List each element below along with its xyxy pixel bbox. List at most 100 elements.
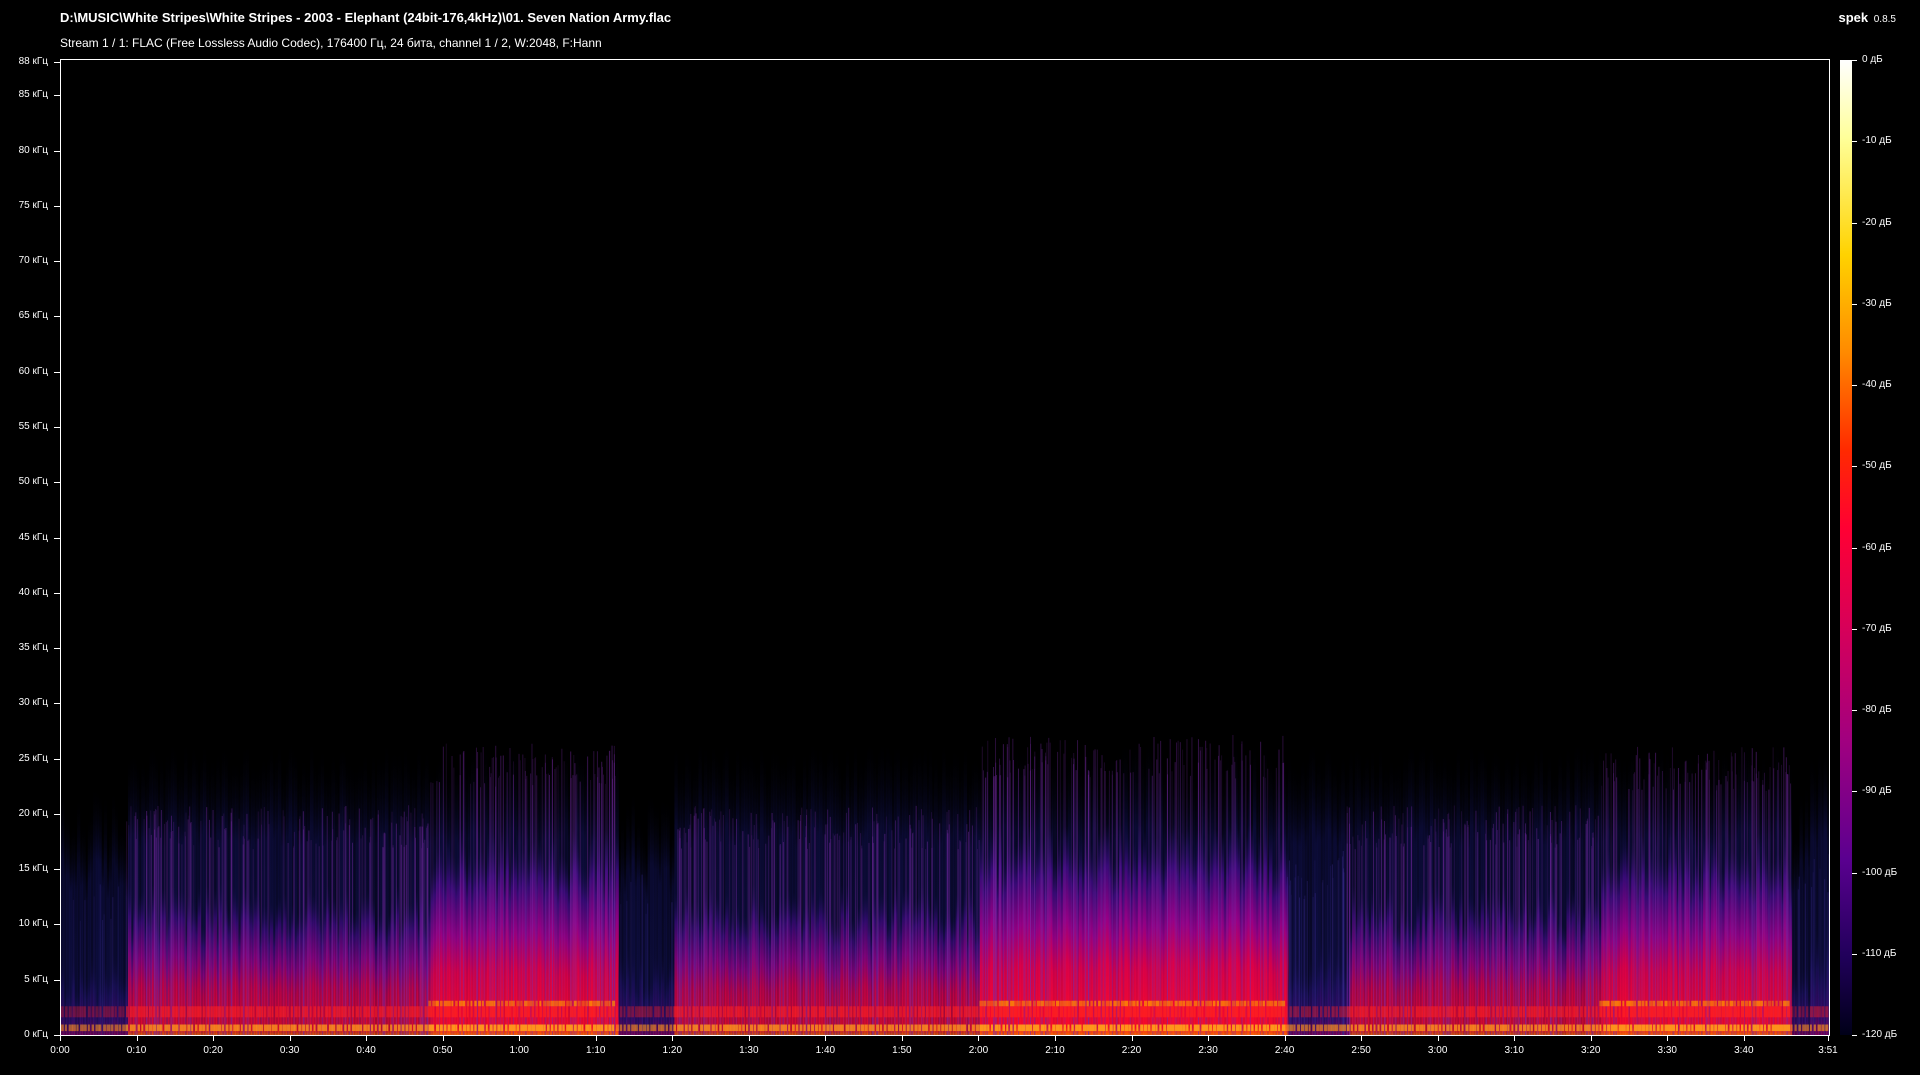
- spectrum-bass-band: [1251, 1024, 1254, 1032]
- spectrum-bass-band: [1274, 1000, 1278, 1007]
- spectrum-bass-band: [1136, 1000, 1139, 1007]
- spectrum-bass-band: [1496, 1024, 1500, 1032]
- time-tick-label: 2:10: [1045, 1045, 1065, 1056]
- spectrum-bass-band: [1740, 1024, 1744, 1032]
- spectrum-bass-band: [615, 1006, 618, 1018]
- spectrum-bass-band: [1235, 1024, 1240, 1032]
- time-tick-label: 1:20: [662, 1045, 683, 1056]
- freq-tick-label: 65 кГц: [18, 310, 48, 322]
- spectrum-bass-band: [1362, 1006, 1366, 1018]
- spectrum-bass-band: [1128, 1000, 1133, 1007]
- spectrum-bass-band: [1599, 1006, 1603, 1018]
- spectrum-bass-band: [340, 1024, 343, 1032]
- spectrum-bass-band: [478, 1006, 481, 1018]
- spectrum-bass-band: [604, 1006, 607, 1018]
- spectrum-bass-band: [493, 1006, 496, 1018]
- spectrum-bass-band: [263, 1006, 267, 1018]
- spectrum-bass-band: [1350, 1006, 1354, 1018]
- freq-tick-label: 5 кГц: [24, 973, 48, 985]
- spectrum-bass-band: [937, 1024, 941, 1032]
- spectrum-bass-band: [960, 1006, 963, 1018]
- spectrum-bass-band: [359, 1024, 363, 1032]
- spectrum-bass-band: [600, 1000, 604, 1007]
- spectrum-bass-band: [489, 1000, 494, 1007]
- spectrum-bass-band: [1354, 1024, 1358, 1032]
- spectrum-bass-band: [1094, 1024, 1097, 1032]
- spectrum-bass-band: [1109, 1000, 1112, 1007]
- spectrum-bass-band: [409, 1024, 412, 1032]
- spectrum-bass-band: [524, 1006, 528, 1018]
- spectrum-bass-band: [520, 1000, 523, 1007]
- spectrum-bass-band: [768, 1006, 772, 1018]
- spectrum-bass-band: [1201, 1024, 1206, 1032]
- frequency-axis: 88 кГц 85 кГц 80 кГц 75 кГц 70 кГц 65 кГц 60 к…: [0, 0, 60, 1075]
- spectrum-bass-band: [1075, 1024, 1079, 1032]
- spectrum-bass-band: [1756, 1024, 1760, 1032]
- spectrum-bass-band: [1078, 1000, 1083, 1007]
- spectrum-bass-band: [665, 1006, 669, 1018]
- spectrum-bass-band: [1492, 1006, 1495, 1018]
- spectrum-bass-band: [657, 1024, 663, 1032]
- spectrum-bass-band: [1254, 1000, 1259, 1007]
- spectrum-bass-band: [1327, 1024, 1332, 1032]
- spectrum-bass-band: [397, 1024, 401, 1032]
- spectrum-bass-band: [730, 1006, 734, 1018]
- spectrum-bass-band: [328, 1006, 332, 1018]
- spectrum-bass-band: [1144, 1000, 1148, 1007]
- spectrum-bass-band: [1166, 1000, 1171, 1007]
- spectrum-bass-band: [1591, 1006, 1595, 1018]
- spectrum-bass-band: [179, 1024, 184, 1032]
- spectrum-bass-band: [126, 1006, 129, 1018]
- spectrum-bass-band: [1400, 1024, 1404, 1032]
- spectrum-bass-band: [1656, 1000, 1661, 1007]
- spectrum-bass-band: [1618, 1000, 1621, 1007]
- spectrum-bass-band: [80, 1024, 84, 1032]
- spectrum-bass-band: [520, 1006, 524, 1018]
- spectrum-bass-band: [1538, 1006, 1542, 1018]
- spectrum-bass-band: [883, 1024, 887, 1032]
- spectrum-bass-band: [305, 1024, 309, 1032]
- spectrum-bass-band: [746, 1006, 749, 1018]
- spectrum-bass-band: [1316, 1024, 1320, 1032]
- spectrum-bass-band: [1385, 1006, 1388, 1018]
- spectrum-bass-band: [481, 1006, 486, 1018]
- spectrum-bass-band: [845, 1024, 850, 1032]
- spectrum-bass-band: [1553, 1024, 1556, 1032]
- spectrum-bass-band: [1059, 1006, 1063, 1018]
- spectrum-bass-band: [1274, 1006, 1278, 1018]
- spectrum-bass-band: [103, 1024, 107, 1032]
- spectrum-bass-band: [1105, 1006, 1109, 1018]
- spectrum-bass-band: [703, 1006, 709, 1018]
- spectrum-bass-band: [1155, 1024, 1158, 1032]
- spectrum-bass-band: [294, 1006, 298, 1018]
- spectrum-bass-band: [608, 1024, 612, 1032]
- spectrum-bass-band: [1591, 1024, 1595, 1032]
- spectrum-bass-band: [562, 1000, 566, 1007]
- spectrum-bass-band: [1266, 1006, 1270, 1018]
- spectrogram-image: [61, 734, 1829, 1035]
- spectrum-bass-band: [1159, 1006, 1163, 1018]
- spectrum-bass-band: [1610, 1000, 1615, 1007]
- spectrum-bass-band: [1224, 1024, 1227, 1032]
- spectrum-bass-band: [1760, 1006, 1763, 1018]
- spectrogram-view[interactable]: [60, 59, 1830, 1036]
- spectrum-bass-band: [531, 1000, 535, 1007]
- spectrum-bass-band: [1228, 1006, 1232, 1018]
- spectrum-bass-band: [1721, 1024, 1726, 1032]
- spectrum-bass-band: [749, 1024, 753, 1032]
- spectrum-bass-band: [1339, 1024, 1344, 1032]
- spectrum-bass-band: [1718, 1000, 1722, 1007]
- spectrum-bass-band: [1763, 1006, 1768, 1018]
- spectrum-bass-band: [1564, 1024, 1569, 1032]
- spectrum-bass-band: [971, 1006, 976, 1018]
- spectrum-bass-band: [1189, 1000, 1192, 1007]
- spectrum-bass-band: [1725, 1006, 1730, 1018]
- spectrum-bass-band: [945, 1006, 949, 1018]
- spectrum-bass-band: [1434, 1006, 1438, 1018]
- spectrum-bass-band: [1503, 1006, 1507, 1018]
- spectrum-bass-band: [321, 1006, 324, 1018]
- spectrum-bass-band: [286, 1024, 291, 1032]
- time-axis: 0:00 0:10 0:20 0:30 0:40 0:50 1:00 1:10 1:20 1:30…: [0, 1035, 1920, 1075]
- spectrum-bass-band: [1044, 1024, 1047, 1032]
- spectrum-bass-band: [1809, 1006, 1814, 1018]
